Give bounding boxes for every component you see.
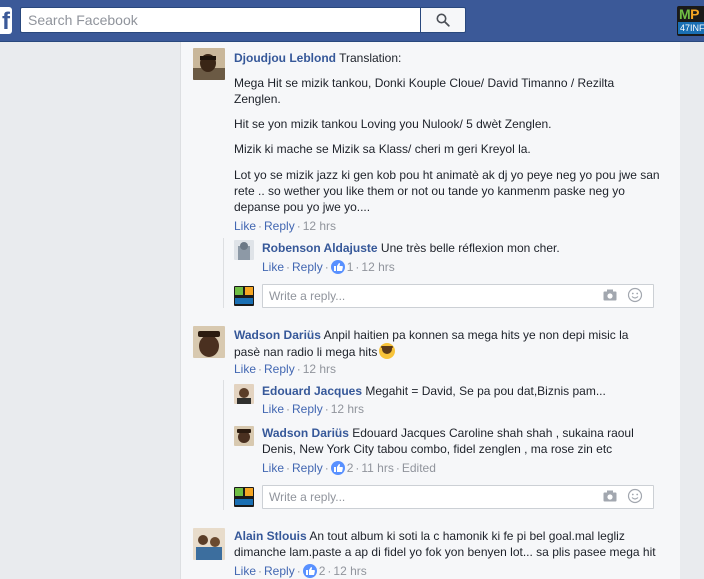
reply-link[interactable]: Reply bbox=[292, 461, 323, 475]
like-link[interactable]: Like bbox=[262, 402, 284, 416]
right-gutter bbox=[680, 42, 704, 579]
commenter-name[interactable]: Djoudjou Leblond bbox=[234, 51, 336, 65]
user-photo-icon bbox=[193, 528, 225, 560]
user-photo-icon bbox=[234, 240, 254, 260]
brand-logo-bottom: 47INF bbox=[678, 22, 704, 34]
reply-box bbox=[262, 485, 654, 509]
page-logo-icon bbox=[234, 286, 254, 306]
user-photo-icon bbox=[234, 426, 254, 446]
reply-link[interactable]: Reply bbox=[292, 402, 323, 416]
emoji-icon[interactable] bbox=[627, 287, 643, 303]
reply-thread-line bbox=[223, 238, 224, 308]
comment-paragraph: Mizik ki mache se Mizik sa Klass/ cheri … bbox=[234, 142, 531, 156]
camera-icon[interactable] bbox=[603, 490, 617, 502]
reply-link[interactable]: Reply bbox=[292, 260, 323, 274]
like-link[interactable]: Like bbox=[234, 362, 256, 376]
comment-paragraph: Mega Hit se mizik tankou, Donki Kouple C… bbox=[234, 76, 615, 106]
commenter-name[interactable]: Robenson Aldajuste bbox=[262, 241, 378, 255]
reply-actions: Like · Reply · 2 · 11 hrs · Edited bbox=[262, 461, 436, 475]
reply-link[interactable]: Reply bbox=[264, 362, 295, 376]
comment-header: Wadson Dariüs Anpil haitien pa konnen sa… bbox=[234, 327, 634, 360]
timestamp[interactable]: 12 hrs bbox=[361, 260, 394, 274]
avatar[interactable] bbox=[193, 528, 225, 560]
page-profile-logo[interactable]: MP 47INF bbox=[677, 6, 704, 36]
reply-header: Edouard Jacques Megahit = David, Se pa p… bbox=[262, 383, 662, 399]
camera-icon[interactable] bbox=[603, 289, 617, 301]
comment-actions: Like · Reply · 12 hrs bbox=[234, 219, 337, 233]
reply-box bbox=[262, 284, 654, 308]
comments-section: Djoudjou Leblond Translation: Mega Hit s… bbox=[180, 42, 680, 579]
brand-logo-top: MP bbox=[679, 6, 700, 22]
reply-header: Robenson Aldajuste Une très belle réflex… bbox=[262, 240, 662, 256]
reply-header: Wadson Dariüs Edouard Jacques Caroline s… bbox=[262, 425, 662, 457]
laughing-emoji-icon bbox=[379, 343, 396, 359]
comment-actions: Like · Reply · 2 · 12 hrs bbox=[234, 564, 367, 578]
timestamp[interactable]: 12 hrs bbox=[303, 219, 336, 233]
comment-header: Djoudjou Leblond Translation: bbox=[234, 50, 664, 66]
reply-actions: Like · Reply · 12 hrs bbox=[262, 402, 365, 416]
timestamp[interactable]: 12 hrs bbox=[333, 564, 366, 578]
reply-input[interactable] bbox=[263, 486, 583, 508]
emoji-icon[interactable] bbox=[627, 488, 643, 504]
search-button[interactable] bbox=[420, 7, 466, 33]
timestamp[interactable]: 12 hrs bbox=[303, 362, 336, 376]
like-count-icon[interactable] bbox=[302, 564, 317, 578]
search-icon bbox=[436, 13, 450, 27]
comment-paragraph: Hit se yon mizik tankou Loving you Nuloo… bbox=[234, 117, 552, 131]
user-photo-icon bbox=[193, 48, 225, 80]
like-link[interactable]: Like bbox=[234, 219, 256, 233]
avatar[interactable] bbox=[234, 426, 254, 446]
avatar[interactable] bbox=[193, 48, 225, 80]
reply-actions: Like · Reply · 1 · 12 hrs bbox=[262, 260, 395, 274]
like-link[interactable]: Like bbox=[262, 461, 284, 475]
reply-link[interactable]: Reply bbox=[264, 564, 295, 578]
like-link[interactable]: Like bbox=[234, 564, 256, 578]
avatar[interactable] bbox=[234, 384, 254, 404]
search-input[interactable] bbox=[20, 7, 420, 33]
comment-paragraph: Lot yo se mizik jazz ki gen kob pou ht a… bbox=[234, 168, 660, 214]
current-user-avatar bbox=[234, 286, 254, 306]
comment-header: Alain Stlouis An tout album ki soti la c… bbox=[234, 528, 664, 560]
reply-text: Une très belle réflexion mon cher. bbox=[380, 241, 560, 255]
edited-label[interactable]: Edited bbox=[402, 461, 436, 475]
like-count-icon[interactable] bbox=[330, 461, 345, 475]
facebook-logo-icon[interactable]: f bbox=[0, 7, 12, 34]
page-logo-icon bbox=[234, 487, 254, 507]
avatar[interactable] bbox=[234, 240, 254, 260]
timestamp[interactable]: 12 hrs bbox=[331, 402, 364, 416]
commenter-name[interactable]: Edouard Jacques bbox=[262, 384, 362, 398]
reply-thread-line bbox=[223, 380, 224, 510]
reply-text: Megahit = David, Se pa pou dat,Biznis pa… bbox=[365, 384, 606, 398]
comment-text-line: Translation: bbox=[339, 51, 402, 65]
left-gutter bbox=[0, 42, 180, 579]
user-photo-icon bbox=[234, 384, 254, 404]
top-navigation-bar: f MP 47INF bbox=[0, 0, 704, 42]
timestamp[interactable]: 11 hrs bbox=[361, 461, 393, 475]
current-user-avatar bbox=[234, 487, 254, 507]
user-photo-icon bbox=[193, 326, 225, 358]
avatar[interactable] bbox=[193, 326, 225, 358]
commenter-name[interactable]: Wadson Dariüs bbox=[234, 328, 321, 342]
reply-link[interactable]: Reply bbox=[264, 219, 295, 233]
commenter-name[interactable]: Alain Stlouis bbox=[234, 529, 307, 543]
comment-actions: Like · Reply · 12 hrs bbox=[234, 362, 337, 376]
like-link[interactable]: Like bbox=[262, 260, 284, 274]
commenter-name[interactable]: Wadson Dariüs bbox=[262, 426, 349, 440]
like-count-icon[interactable] bbox=[330, 260, 345, 274]
reply-input[interactable] bbox=[263, 285, 583, 307]
